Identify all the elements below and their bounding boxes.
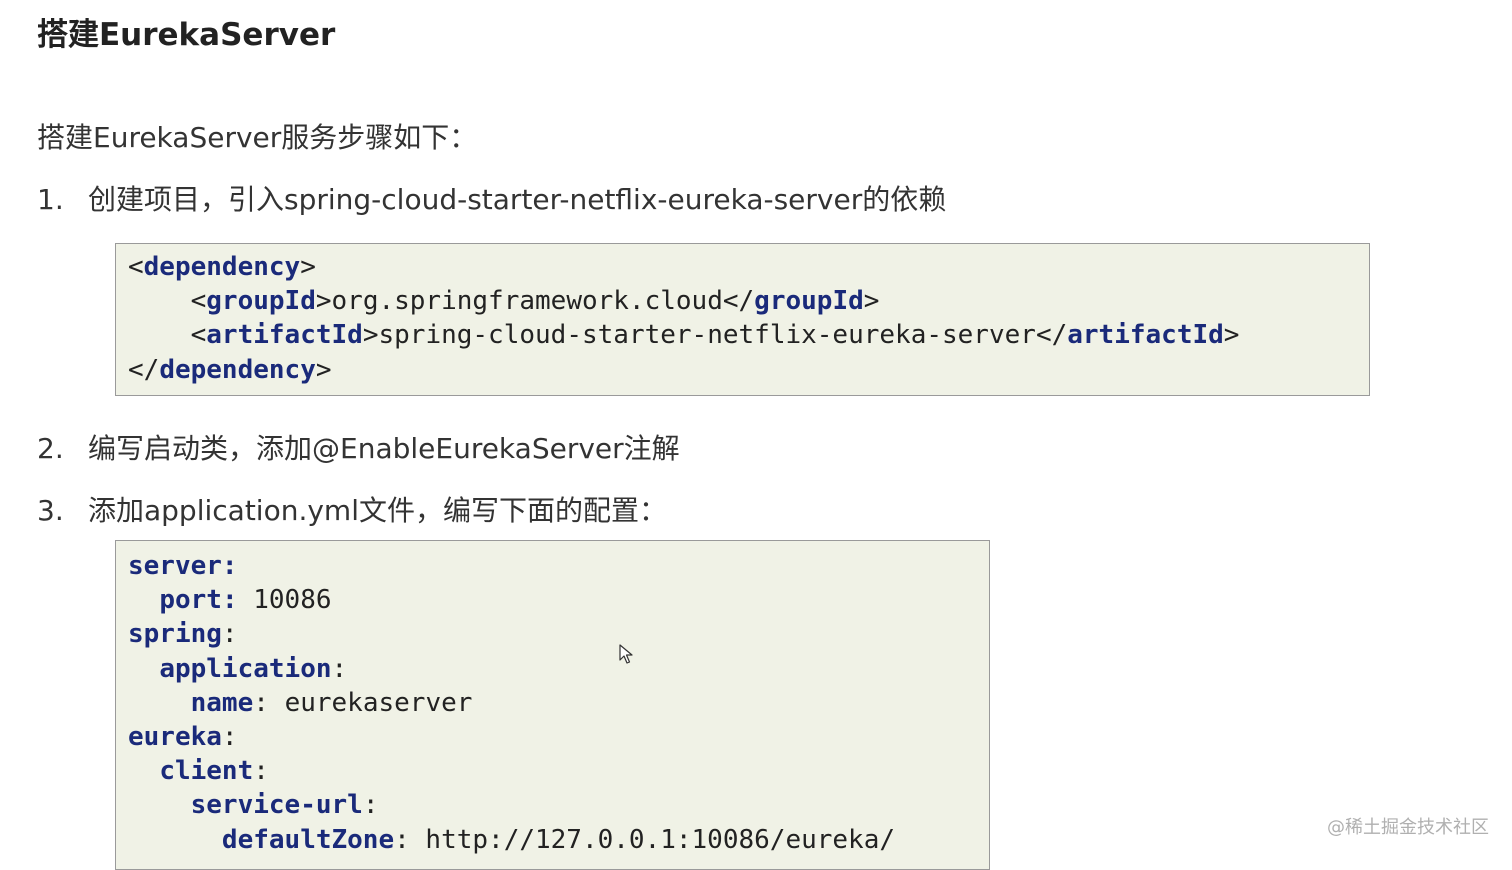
xml-tag: artifactId <box>206 320 363 351</box>
yaml-key: spring <box>128 619 222 650</box>
code-line: client: <box>159 756 269 787</box>
code-line: application: <box>159 653 348 684</box>
yaml-key: client <box>159 756 254 787</box>
xml-value: spring-cloud-starter-netflix-eureka-serv… <box>378 320 1036 351</box>
yaml-key: server <box>128 551 222 581</box>
code-line: server: <box>128 551 238 581</box>
code-line: spring: <box>128 619 238 650</box>
yaml-key: port <box>159 585 222 616</box>
code-line: defaultZone: http://127.0.0.1:10086/eure… <box>221 824 896 855</box>
yaml-key: defaultZone <box>221 824 395 855</box>
xml-code-block: <dependency> <groupId>org.springframewor… <box>115 243 1370 396</box>
code-line: <artifactId>spring-cloud-starter-netflix… <box>128 320 1240 351</box>
xml-value: org.springframework.cloud <box>331 286 723 317</box>
code-line: <groupId>org.springframework.cloud</grou… <box>128 286 880 317</box>
step-number: 1. <box>37 183 64 216</box>
step-text: 编写启动类，添加@EnableEurekaServer注解 <box>88 432 680 465</box>
xml-tag: dependency <box>143 252 301 282</box>
step-number: 2. <box>37 432 64 465</box>
step-number: 3. <box>37 494 64 527</box>
yaml-key: application <box>159 653 332 684</box>
xml-tag: artifactId <box>1067 320 1224 351</box>
code-line: </dependency> <box>128 354 332 385</box>
page-title: 搭建EurekaServer <box>37 17 336 53</box>
step-text: 添加application.yml文件，编写下面的配置： <box>88 494 667 527</box>
step-2: 2. 编写启动类，添加@EnableEurekaServer注解 <box>37 427 680 467</box>
code-line: name: eurekaserver <box>190 687 473 718</box>
yaml-code-block: server: port: 10086 spring: application:… <box>115 540 990 870</box>
step-3: 3. 添加application.yml文件，编写下面的配置： <box>37 489 667 529</box>
yaml-value: 10086 <box>253 585 332 616</box>
watermark: @稀土掘金技术社区 <box>1327 817 1489 838</box>
mouse-pointer-icon <box>619 644 633 664</box>
yaml-value: http://127.0.0.1:10086/eureka/ <box>425 824 896 855</box>
code-line: service-url: <box>190 790 379 821</box>
code-line: eureka: <box>128 721 238 752</box>
yaml-value: eurekaserver <box>284 687 473 718</box>
yaml-key: service-url <box>190 790 363 821</box>
yaml-key: name <box>190 687 254 718</box>
code-line: <dependency> <box>128 252 316 282</box>
xml-tag: groupId <box>206 286 316 317</box>
intro-paragraph: 搭建EurekaServer服务步骤如下： <box>37 121 478 154</box>
yaml-key: eureka <box>128 721 222 752</box>
step-text: 创建项目，引入spring-cloud-starter-netflix-eure… <box>88 183 947 216</box>
xml-tag: dependency <box>159 354 316 385</box>
xml-tag: groupId <box>754 286 864 317</box>
code-line: port: 10086 <box>159 585 332 616</box>
step-1: 1. 创建项目，引入spring-cloud-starter-netflix-eu… <box>37 178 946 218</box>
